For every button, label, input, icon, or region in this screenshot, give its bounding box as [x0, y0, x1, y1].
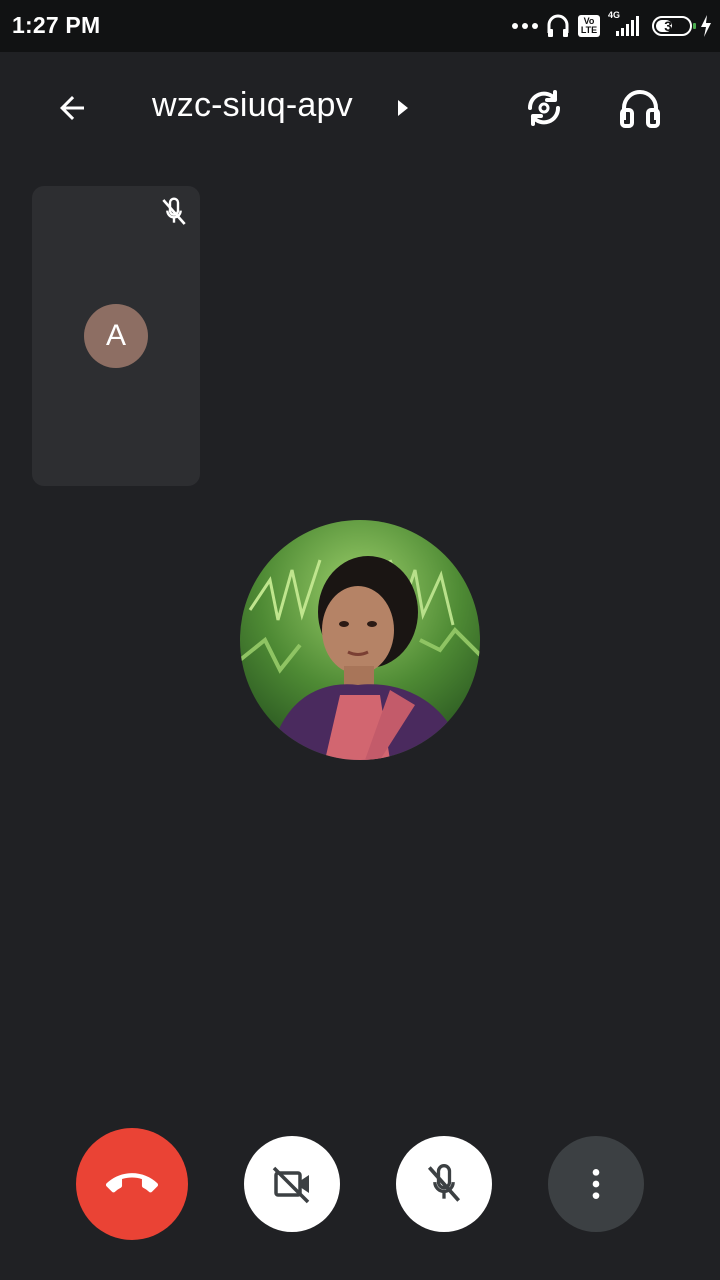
call-end-icon [106, 1173, 158, 1193]
headphones-icon [620, 90, 660, 128]
status-icons: Vo LTE 4G 38 [512, 10, 712, 42]
mic-off-icon [427, 1164, 461, 1202]
more-notifications-icon [512, 23, 538, 29]
self-preview-tile[interactable]: A [32, 186, 200, 486]
battery-icon: 38 [652, 16, 696, 36]
volte-icon: Vo LTE [578, 15, 600, 37]
videocam-off-icon [272, 1166, 310, 1204]
signal-icon: 4G [608, 10, 644, 38]
switch-camera-button[interactable] [516, 80, 572, 136]
mic-off-icon [162, 197, 186, 225]
caret-right-icon[interactable] [395, 96, 411, 120]
more-vert-icon [592, 1169, 600, 1199]
end-call-button[interactable] [76, 1128, 188, 1240]
participant-avatar-photo [240, 520, 480, 760]
charging-icon [701, 15, 711, 37]
microphone-toggle-button[interactable] [396, 1136, 492, 1232]
status-time: 1:27 PM [12, 12, 101, 38]
camera-toggle-button[interactable] [244, 1136, 340, 1232]
arrow-back-icon [60, 96, 84, 120]
call-controls [0, 1128, 720, 1240]
switch-camera-icon [527, 90, 561, 126]
headset-status-icon [547, 14, 569, 37]
avatar: A [84, 304, 148, 368]
meeting-code[interactable]: wzc-siuq-apv [152, 86, 353, 125]
more-options-button[interactable] [548, 1136, 644, 1232]
status-bar: 1:27 PM Vo LTE 4G 38 [0, 0, 720, 52]
battery-percent: 38 [664, 18, 680, 34]
back-button[interactable] [48, 84, 96, 132]
audio-output-button[interactable] [612, 80, 668, 136]
top-app-bar: wzc-siuq-apv [0, 52, 720, 160]
